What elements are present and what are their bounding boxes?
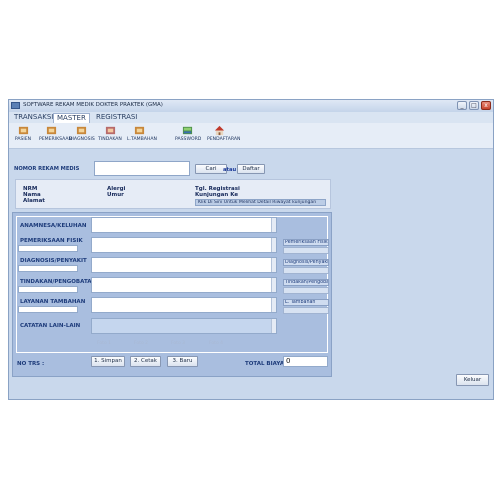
app-icon	[11, 102, 20, 109]
layanan-tambahan-code-input[interactable]	[18, 306, 78, 313]
patient-info-panel: NRM Nama Alamat Alergi Umur Tgl. Registr…	[15, 179, 331, 209]
tool-label: L.TAMBAHAN	[127, 137, 157, 142]
tool-label: PASSWORD	[175, 137, 202, 142]
foto-2-link[interactable]: Foto 2	[134, 341, 148, 346]
tindakan-label: TINDAKAN/PENGOBATAN	[20, 279, 97, 285]
tool-diagnosis[interactable]: DIAGNOSIS	[69, 125, 95, 147]
tool-label: PASIEN	[14, 137, 32, 142]
diagnosis-penyakit-value	[283, 267, 329, 274]
main-window: SOFTWARE REKAM MEDIK DOKTER PRAKTEK (GMA…	[8, 99, 494, 400]
pemeriksaan-fisik-textarea[interactable]	[91, 237, 277, 253]
treatment-icon	[105, 126, 115, 135]
pemeriksaan-fisik-label: PEMERIKSAAN FISIK	[20, 238, 83, 244]
scrollbar[interactable]	[271, 278, 276, 292]
tool-l-tambahan[interactable]: L.TAMBAHAN	[127, 125, 157, 147]
tool-password[interactable]: PASSWORD	[175, 125, 202, 147]
catatan-label: CATATAN LAIN-LAIN	[20, 323, 81, 329]
maximize-button[interactable]: □	[469, 101, 479, 110]
patient-icon	[18, 126, 28, 135]
total-biaya-value: 0	[283, 356, 328, 367]
tindakan-code-input[interactable]	[18, 286, 78, 293]
layanan-tambahan-button[interactable]: L. Tambahan	[283, 299, 329, 306]
umur-label: Umur	[107, 192, 124, 198]
tindakan-pengobatan-button[interactable]: Tindakan/Pengoba	[283, 279, 329, 286]
window-title: SOFTWARE REKAM MEDIK DOKTER PRAKTEK (GMA…	[23, 102, 163, 108]
anamnesa-label: ANAMNESA/KELUHAN	[20, 223, 87, 229]
tool-pendaftaran[interactable]: PENDAFTARAN	[207, 125, 241, 147]
pemeriksaan-fisik-button[interactable]: Pemeriksaan Fisik	[283, 239, 329, 246]
layanan-tambahan-label: LAYANAN TAMBAHAN	[20, 299, 86, 305]
pemeriksaan-fisik-code-input[interactable]	[18, 245, 78, 252]
catatan-textarea[interactable]	[91, 318, 277, 334]
foto-3-link[interactable]: Foto 3	[171, 341, 185, 346]
diagnosis-penyakit-button[interactable]: Diagnosis/Penyakit	[283, 259, 329, 266]
scrollbar[interactable]	[271, 298, 276, 312]
tool-label: PEMERIKSAAN	[39, 137, 72, 142]
kunjungan-ke-label: Kunjungan Ke	[195, 192, 239, 198]
pemeriksaan-fisik-value	[283, 247, 329, 254]
keluar-button[interactable]: Keluar	[456, 374, 489, 386]
diagnosis-icon	[76, 126, 86, 135]
toolbar: PASIEN PEMERIKSAAN DIAGNOSIS TINDAKAN L.…	[9, 123, 493, 149]
simpan-button[interactable]: 1. Simpan	[91, 356, 125, 367]
alamat-label: Alamat	[23, 198, 45, 204]
layanan-tambahan-textarea[interactable]	[91, 297, 277, 313]
anamnesa-textarea[interactable]	[91, 217, 277, 233]
visit-history-link[interactable]: Klik Di Sini Untuk Melihat Detail Riwaya…	[195, 199, 326, 206]
tool-label: TINDAKAN	[98, 137, 122, 142]
medical-form-panel: ANAMNESA/KELUHAN PEMERIKSAAN FISIK DIAGN…	[12, 212, 332, 377]
no-trs-label: NO TRS :	[17, 361, 45, 367]
diagnosis-textarea[interactable]	[91, 257, 277, 273]
examination-icon	[46, 126, 56, 135]
total-biaya-label: TOTAL BIAYA	[245, 361, 285, 367]
diagnosis-label: DIAGNOSIS/PENYAKIT	[20, 258, 87, 264]
title-bar: SOFTWARE REKAM MEDIK DOKTER PRAKTEK (GMA…	[9, 100, 493, 112]
tool-pemeriksaan[interactable]: PEMERIKSAAN	[39, 125, 72, 147]
extra-service-icon	[134, 126, 144, 135]
minimize-button[interactable]: _	[457, 101, 467, 110]
search-label: NOMOR REKAM MEDIS	[14, 166, 80, 172]
menu-transaksi[interactable]: TRANSAKSI	[11, 113, 56, 122]
tool-tindakan[interactable]: TINDAKAN	[98, 125, 122, 147]
scrollbar[interactable]	[271, 258, 276, 272]
scrollbar[interactable]	[271, 218, 276, 232]
foto-4-link[interactable]: Foto 4	[209, 341, 223, 346]
foto-1-link[interactable]: Foto 1	[97, 341, 111, 346]
tool-pasien[interactable]: PASIEN	[11, 125, 35, 147]
close-button[interactable]: x	[481, 101, 491, 110]
tindakan-textarea[interactable]	[91, 277, 277, 293]
scrollbar[interactable]	[271, 238, 276, 252]
baru-button[interactable]: 3. Baru	[167, 356, 198, 367]
password-icon	[182, 126, 192, 135]
cetak-button[interactable]: 2. Cetak	[130, 356, 161, 367]
tool-label: DIAGNOSIS	[69, 137, 95, 142]
registration-icon	[214, 125, 224, 136]
scrollbar[interactable]	[271, 319, 276, 333]
menu-registrasi[interactable]: REGISTRASI	[93, 113, 140, 122]
daftar-button[interactable]: Daftar	[237, 164, 265, 174]
medical-record-number-input[interactable]	[94, 161, 190, 176]
tindakan-pengobatan-value	[283, 287, 329, 294]
tool-label: PENDAFTARAN	[207, 137, 241, 142]
diagnosis-code-input[interactable]	[18, 265, 78, 272]
menu-bar: TRANSAKSI MASTER REGISTRASI	[9, 112, 493, 123]
layanan-tambahan-value	[283, 307, 329, 314]
menu-master[interactable]: MASTER	[53, 113, 90, 123]
atau-label: atau	[223, 167, 237, 173]
